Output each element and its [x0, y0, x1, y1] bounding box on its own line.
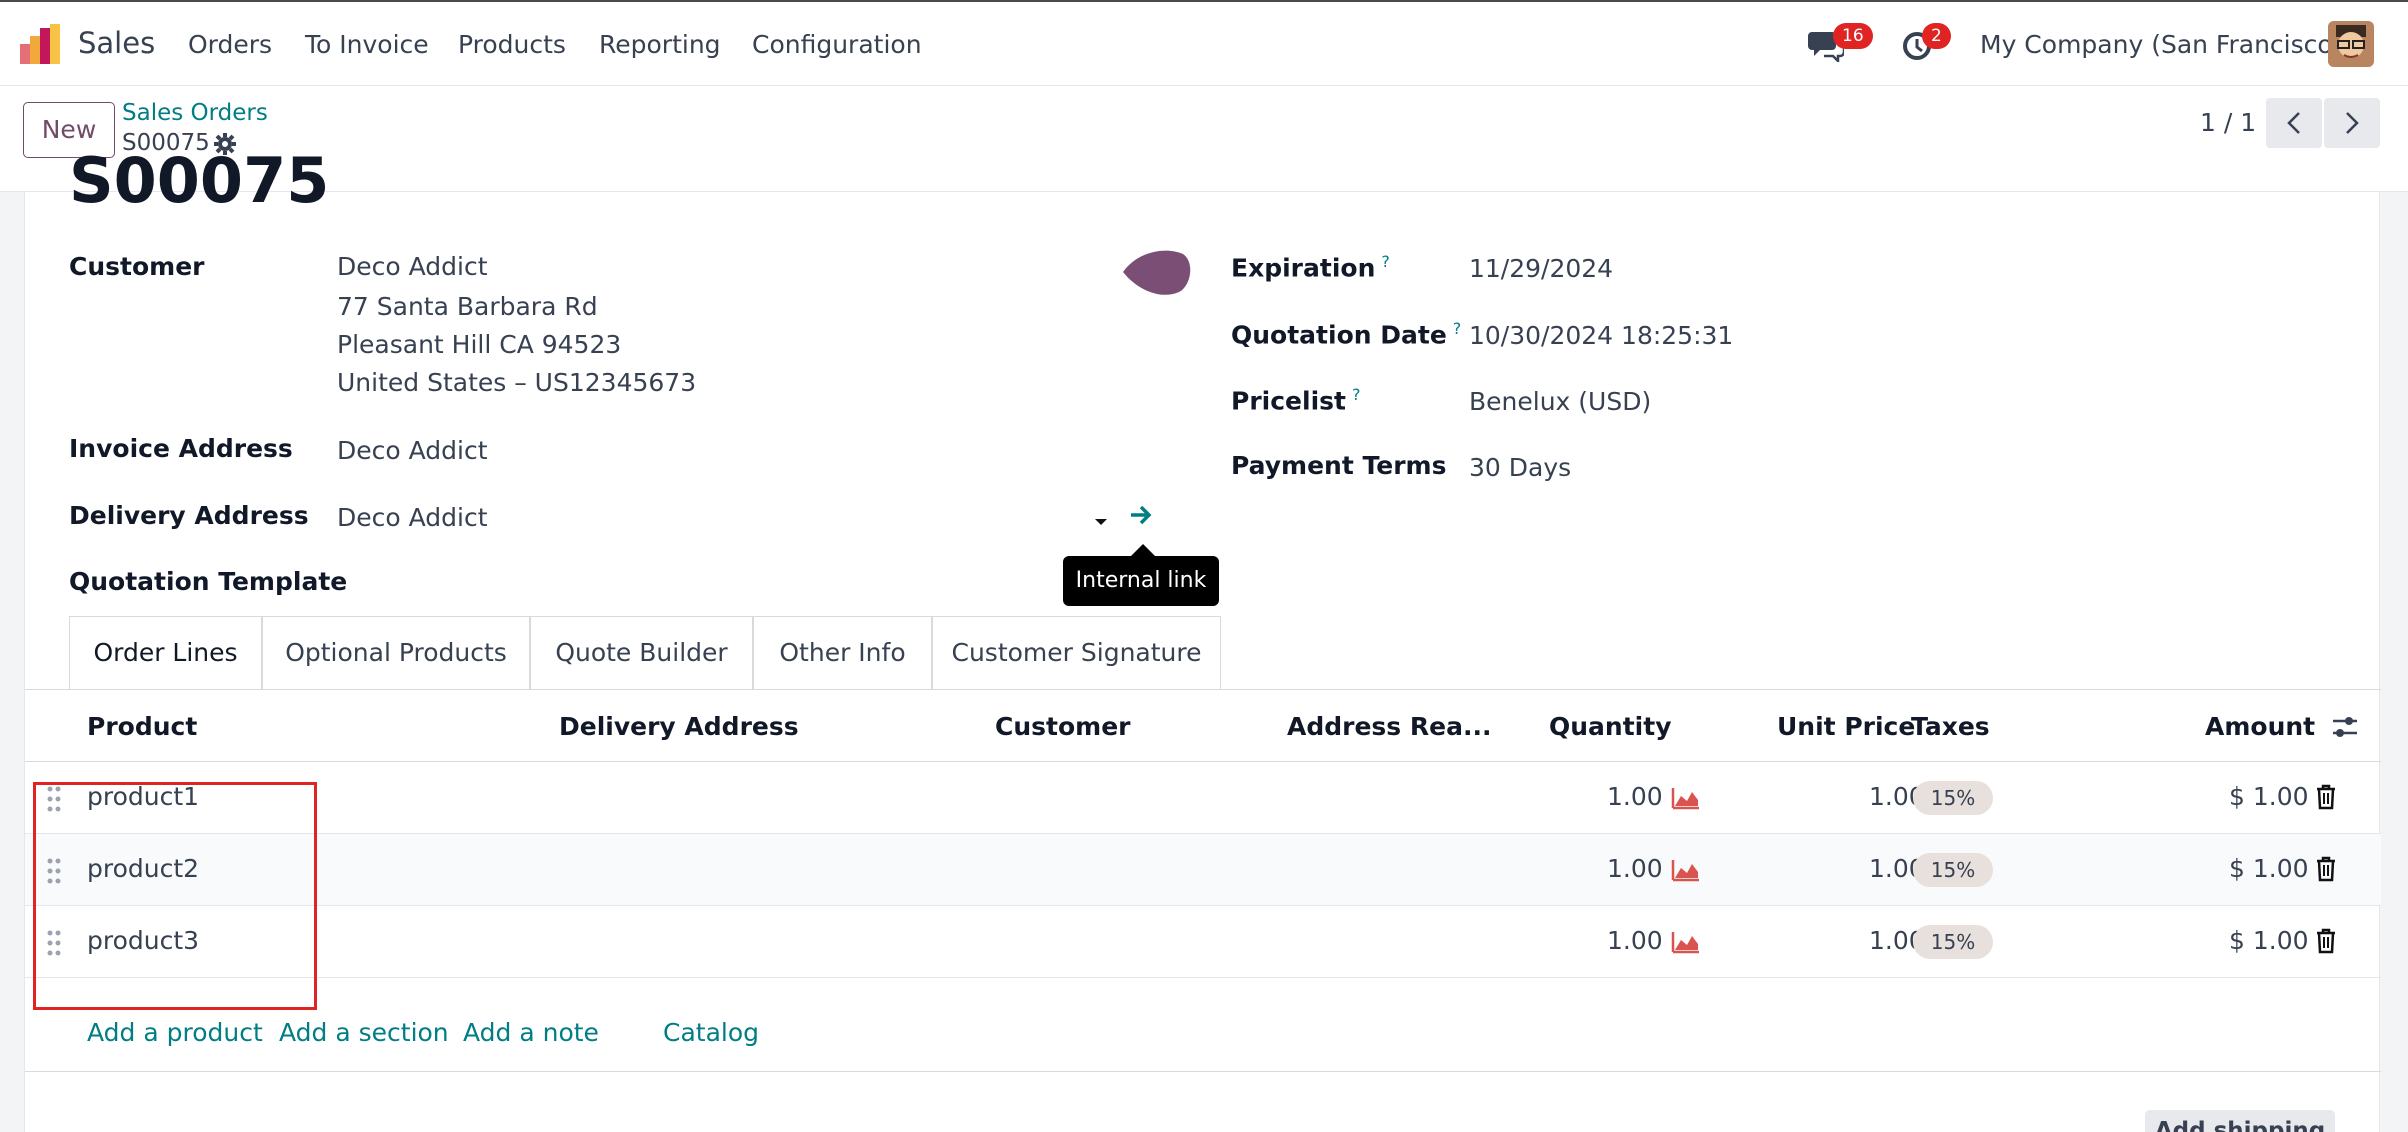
tooltip-arrow	[1131, 544, 1155, 556]
payment-terms-label: Payment Terms	[1231, 451, 1447, 480]
quotation-date-label: Quotation Date?	[1231, 319, 1462, 350]
tab-optional-products[interactable]: Optional Products	[262, 616, 530, 690]
product-cell[interactable]: product2	[87, 854, 199, 883]
pager-previous-button[interactable]	[2266, 98, 2322, 148]
add-line-row: Add a product Add a section Add a note C…	[25, 1002, 2381, 1072]
table-row[interactable]: product2 1.00 1.00 15% $ 1.00	[25, 834, 2381, 906]
pricelist-label: Pricelist?	[1231, 385, 1361, 416]
expiration-field[interactable]: 11/29/2024	[1469, 254, 1613, 283]
customer-address-line: United States – US12345673	[337, 368, 697, 397]
pager-next-button[interactable]	[2324, 98, 2380, 148]
drag-handle-icon[interactable]	[47, 786, 61, 812]
menu-reporting[interactable]: Reporting	[599, 30, 721, 59]
pricelist-help-icon[interactable]: ?	[1352, 385, 1361, 404]
payment-terms-field[interactable]: 30 Days	[1469, 453, 1571, 482]
delivery-address-label: Delivery Address	[69, 501, 309, 530]
user-avatar[interactable]	[2328, 21, 2374, 67]
column-header-customer[interactable]: Customer	[995, 712, 1131, 741]
top-navbar: Sales Orders To Invoice Products Reporti…	[0, 0, 2408, 86]
quantity-cell[interactable]: 1.00	[1607, 926, 1663, 955]
quantity-cell[interactable]: 1.00	[1607, 782, 1663, 811]
trash-icon[interactable]	[2315, 928, 2337, 954]
customer-field[interactable]: Deco Addict	[337, 252, 488, 281]
control-panel: New Sales Orders S00075 1 / 1	[0, 86, 2408, 192]
column-header-unit-price[interactable]: Unit Price	[1777, 712, 1915, 741]
column-header-product[interactable]: Product	[87, 712, 197, 741]
forecast-chart-icon[interactable]	[1671, 786, 1701, 810]
breadcrumb-sales-orders[interactable]: Sales Orders	[122, 100, 268, 126]
drag-handle-icon[interactable]	[47, 930, 61, 956]
form-sheet: S00075 Customer Deco Addict 77 Santa Bar…	[24, 144, 2381, 1132]
add-note-link[interactable]: Add a note	[463, 1018, 599, 1047]
column-header-delivery-address[interactable]: Delivery Address	[559, 712, 799, 741]
activities-badge: 2	[1922, 23, 1951, 49]
invoice-address-field[interactable]: Deco Addict	[337, 436, 488, 465]
column-header-taxes[interactable]: Taxes	[1911, 712, 1990, 741]
app-logo-icon[interactable]	[18, 22, 62, 66]
tab-customer-signature[interactable]: Customer Signature	[932, 616, 1221, 690]
table-row[interactable]: product3 1.00 1.00 15% $ 1.00	[25, 906, 2381, 978]
catalog-link[interactable]: Catalog	[663, 1018, 759, 1047]
forecast-chart-icon[interactable]	[1671, 858, 1701, 882]
forecast-chart-icon[interactable]	[1671, 930, 1701, 954]
customer-tag-shape	[1121, 246, 1191, 302]
tax-badge[interactable]: 15%	[1913, 925, 1993, 959]
order-lines-header: Product Delivery Address Customer Addres…	[25, 690, 2381, 762]
trash-icon[interactable]	[2315, 784, 2337, 810]
quotation-date-field[interactable]: 10/30/2024 18:25:31	[1469, 321, 1733, 350]
internal-link-tooltip: Internal link	[1063, 556, 1219, 606]
company-switcher[interactable]: My Company (San Francisco)	[1980, 30, 2342, 59]
add-section-link[interactable]: Add a section	[279, 1018, 449, 1047]
pager-value[interactable]: 1 / 1	[2200, 108, 2256, 137]
tab-order-lines[interactable]: Order Lines	[69, 616, 262, 690]
menu-products[interactable]: Products	[458, 30, 566, 59]
amount-cell: $ 1.00	[2229, 926, 2309, 955]
messages-badge: 16	[1833, 23, 1873, 49]
column-header-amount[interactable]: Amount	[2205, 712, 2315, 741]
chevron-right-icon	[2346, 112, 2359, 134]
amount-cell: $ 1.00	[2229, 854, 2309, 883]
tax-badge[interactable]: 15%	[1913, 781, 1993, 815]
order-title: S00075	[69, 144, 330, 214]
quotation-date-help-icon[interactable]: ?	[1453, 319, 1462, 338]
expiration-help-icon[interactable]: ?	[1381, 252, 1390, 271]
chevron-left-icon	[2287, 112, 2300, 134]
add-shipping-button[interactable]: Add shipping	[2145, 1110, 2335, 1132]
customer-address-line: 77 Santa Barbara Rd	[337, 292, 598, 321]
expiration-label: Expiration?	[1231, 252, 1390, 283]
quotation-template-label: Quotation Template	[69, 567, 348, 596]
dropdown-caret-icon[interactable]	[1093, 512, 1109, 531]
tab-quote-builder[interactable]: Quote Builder	[530, 616, 753, 690]
tax-badge[interactable]: 15%	[1913, 853, 1993, 887]
trash-icon[interactable]	[2315, 856, 2337, 882]
app-name[interactable]: Sales	[78, 26, 155, 60]
pricelist-field[interactable]: Benelux (USD)	[1469, 387, 1651, 416]
internal-link-arrow-icon[interactable]	[1129, 504, 1153, 530]
customer-address-line: Pleasant Hill CA 94523	[337, 330, 622, 359]
delivery-address-field[interactable]: Deco Addict	[337, 503, 488, 532]
add-product-link[interactable]: Add a product	[87, 1018, 263, 1047]
menu-to-invoice[interactable]: To Invoice	[305, 30, 429, 59]
menu-configuration[interactable]: Configuration	[752, 30, 922, 59]
product-cell[interactable]: product3	[87, 926, 199, 955]
drag-handle-icon[interactable]	[47, 858, 61, 884]
menu-orders[interactable]: Orders	[188, 30, 272, 59]
column-header-address-reason[interactable]: Address Rea...	[1287, 712, 1491, 741]
quantity-cell[interactable]: 1.00	[1607, 854, 1663, 883]
table-row[interactable]: product1 1.00 1.00 15% $ 1.00	[25, 762, 2381, 834]
tab-other-info[interactable]: Other Info	[753, 616, 932, 690]
customer-label: Customer	[69, 252, 205, 281]
invoice-address-label: Invoice Address	[69, 434, 293, 463]
amount-cell: $ 1.00	[2229, 782, 2309, 811]
optional-columns-icon[interactable]	[2331, 714, 2359, 744]
product-cell[interactable]: product1	[87, 782, 199, 811]
column-header-quantity[interactable]: Quantity	[1549, 712, 1672, 741]
